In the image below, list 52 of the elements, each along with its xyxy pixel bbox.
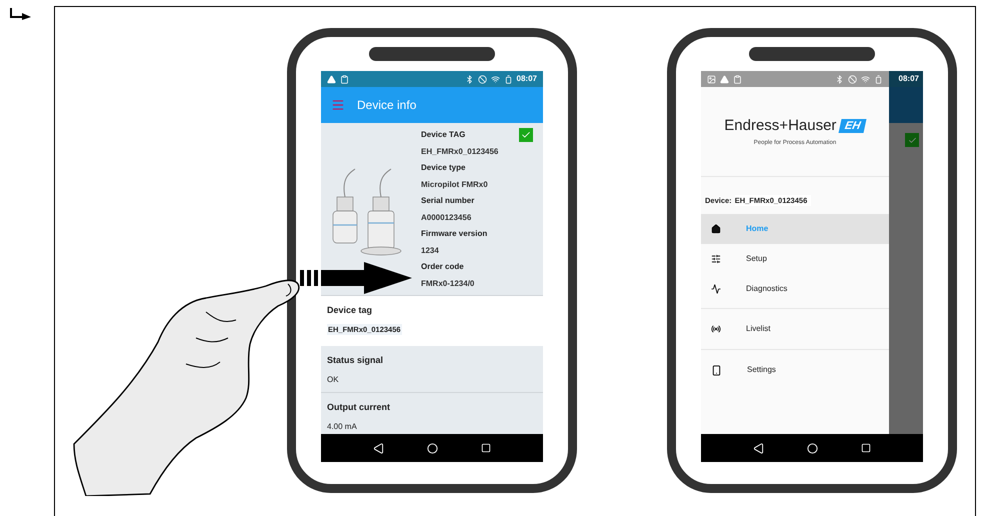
info-value: Micropilot FMRx0	[421, 178, 488, 191]
info-value: 1234	[421, 244, 439, 257]
status-time: 08:07	[516, 73, 537, 85]
app-title: Device info	[357, 97, 416, 114]
back-icon[interactable]	[372, 442, 384, 454]
section-value: 4.00 mA	[327, 420, 358, 432]
section-value: OK	[327, 374, 340, 386]
pulse-icon	[711, 284, 721, 294]
info-value: EH_FMRx0_0123456	[421, 146, 498, 158]
info-value: FMRx0-1234/0	[421, 278, 474, 290]
section-label: Output current	[327, 401, 391, 414]
sliders-icon	[711, 254, 721, 264]
step-arrow-icon	[9, 8, 33, 20]
logo-text: Endress+Hauser	[724, 116, 836, 136]
recents-icon[interactable]	[861, 443, 872, 453]
back-icon[interactable]	[752, 442, 764, 454]
info-label: Device TAG	[421, 129, 466, 142]
battery-icon	[874, 74, 883, 84]
broadcast-icon	[711, 324, 721, 334]
blocked-icon	[848, 74, 857, 84]
home-icon	[711, 224, 721, 234]
recents-icon[interactable]	[481, 443, 492, 453]
menu-item[interactable]: Setup	[701, 244, 889, 274]
bluetooth-icon	[464, 74, 474, 84]
home-circle-icon[interactable]	[806, 442, 818, 454]
info-value: A0000123456	[421, 212, 472, 224]
logo-mark: EH	[838, 119, 868, 133]
wifi-icon	[861, 74, 870, 84]
home-circle-icon[interactable]	[426, 442, 438, 454]
menu-item[interactable]: Livelist	[701, 314, 889, 344]
menu-item[interactable]: Settings	[701, 355, 889, 385]
battery-icon	[504, 74, 513, 84]
checkbox[interactable]	[519, 128, 533, 142]
section-label: Device tag	[327, 304, 374, 317]
wifi-icon	[490, 74, 500, 84]
info-label: Firmware version	[421, 228, 488, 240]
info-label: Device type	[421, 162, 466, 174]
phone-settings-icon	[711, 364, 722, 376]
menu-item[interactable]: Diagnostics	[701, 274, 889, 304]
blocked-icon	[478, 74, 487, 84]
status-time: 08:07	[898, 73, 919, 85]
info-label: Serial number	[421, 195, 474, 208]
clipboard-icon	[340, 74, 349, 84]
clipboard-icon	[733, 74, 742, 84]
warning-icon	[327, 74, 336, 84]
info-label: Order code	[421, 261, 464, 274]
warning-icon	[720, 74, 729, 84]
check-icon	[908, 136, 916, 144]
image-icon	[707, 74, 716, 84]
bluetooth-icon	[835, 74, 844, 84]
section-label: Status signal	[327, 354, 384, 367]
check-icon	[521, 130, 531, 140]
